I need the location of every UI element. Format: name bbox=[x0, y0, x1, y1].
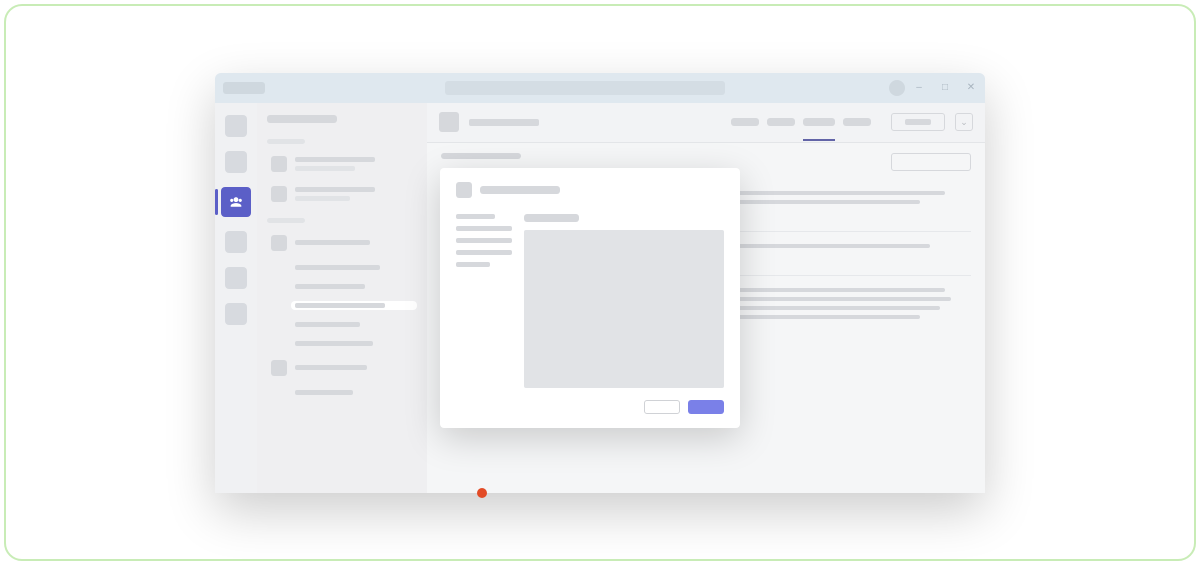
maximize-button[interactable]: □ bbox=[937, 82, 953, 94]
dialog-side-item[interactable] bbox=[456, 250, 512, 255]
minimize-button[interactable]: – bbox=[911, 82, 927, 94]
team-avatar bbox=[271, 156, 287, 172]
search-input[interactable] bbox=[445, 81, 725, 95]
section-label bbox=[267, 218, 305, 223]
tab-files[interactable] bbox=[767, 118, 795, 126]
teams-app-window: – □ ✕ bbox=[215, 73, 985, 493]
dialog-side-item[interactable] bbox=[456, 238, 512, 243]
rail-chat[interactable] bbox=[225, 151, 247, 173]
section-label bbox=[267, 139, 305, 144]
rail-teams[interactable] bbox=[221, 187, 251, 217]
rail-activity[interactable] bbox=[225, 115, 247, 137]
dialog-header bbox=[456, 182, 724, 198]
team-item[interactable] bbox=[267, 358, 417, 378]
dialog-side-item[interactable] bbox=[456, 214, 495, 219]
team-item[interactable] bbox=[267, 233, 417, 253]
dialog-footer bbox=[456, 400, 724, 414]
dialog-side-item[interactable] bbox=[456, 226, 512, 231]
channel-item[interactable] bbox=[291, 320, 417, 329]
dialog-title bbox=[480, 186, 560, 194]
channel-title bbox=[469, 119, 539, 126]
dialog-side-list bbox=[456, 214, 512, 388]
teams-sidebar bbox=[257, 103, 427, 493]
dialog-back-button[interactable] bbox=[644, 400, 680, 414]
illustration-frame: – □ ✕ bbox=[4, 4, 1196, 561]
channel-item-selected[interactable] bbox=[291, 301, 417, 310]
team-avatar bbox=[271, 186, 287, 202]
app-logo bbox=[223, 82, 265, 94]
channel-item[interactable] bbox=[291, 388, 417, 397]
dialog-preview-area[interactable] bbox=[524, 230, 724, 388]
meet-button[interactable] bbox=[891, 113, 945, 131]
app-rail bbox=[215, 103, 257, 493]
user-avatar[interactable] bbox=[889, 80, 905, 96]
add-tab-dialog bbox=[440, 168, 740, 428]
rail-files[interactable] bbox=[225, 303, 247, 325]
sidebar-title bbox=[267, 115, 337, 123]
titlebar: – □ ✕ bbox=[215, 73, 985, 103]
tab-posts[interactable] bbox=[731, 118, 759, 126]
tab-more[interactable] bbox=[843, 118, 871, 126]
team-item[interactable] bbox=[267, 184, 417, 204]
window-controls: – □ ✕ bbox=[911, 82, 979, 94]
date-divider bbox=[441, 153, 521, 159]
dialog-icon bbox=[456, 182, 472, 198]
channel-item[interactable] bbox=[291, 263, 417, 272]
team-avatar bbox=[271, 360, 287, 376]
channel-tabs bbox=[731, 118, 871, 126]
dialog-save-button[interactable] bbox=[688, 400, 724, 414]
rail-calendar[interactable] bbox=[225, 231, 247, 253]
team-item[interactable] bbox=[267, 154, 417, 174]
filter-button[interactable] bbox=[891, 153, 971, 171]
channel-item[interactable] bbox=[291, 282, 417, 291]
teams-icon bbox=[228, 194, 244, 210]
dialog-content-label bbox=[524, 214, 579, 222]
rail-calls[interactable] bbox=[225, 267, 247, 289]
notification-badge bbox=[477, 488, 487, 498]
team-avatar bbox=[271, 235, 287, 251]
channel-item[interactable] bbox=[291, 339, 417, 348]
close-button[interactable]: ✕ bbox=[963, 82, 979, 94]
channel-header: ⌄ bbox=[427, 103, 985, 143]
dialog-side-item[interactable] bbox=[456, 262, 490, 267]
channel-icon bbox=[439, 112, 459, 132]
chevron-down-icon[interactable]: ⌄ bbox=[955, 113, 973, 131]
dialog-main bbox=[524, 214, 724, 388]
tab-wiki[interactable] bbox=[803, 118, 835, 126]
